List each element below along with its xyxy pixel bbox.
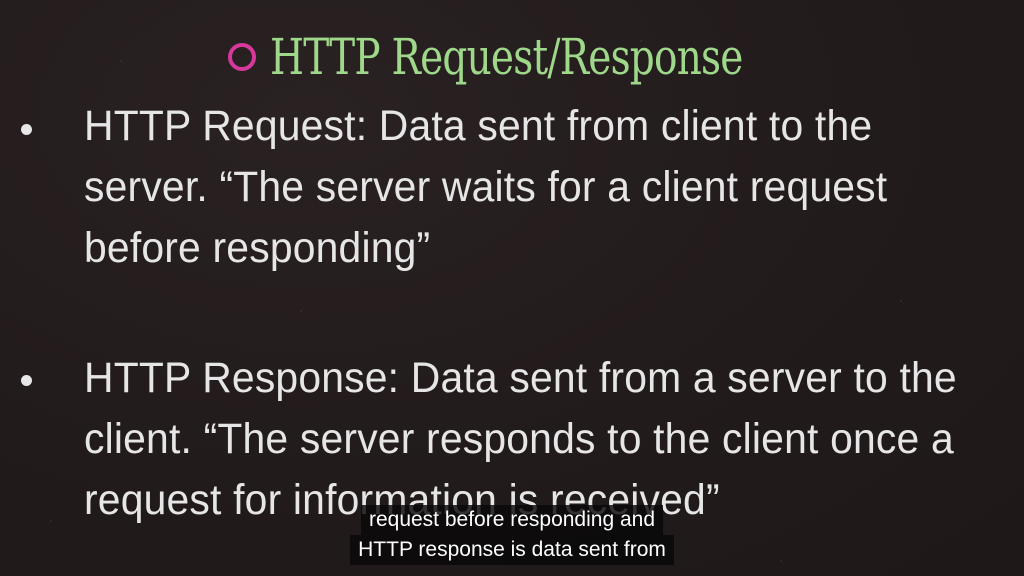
bullet-text: HTTP Response: Data sent from a server t… bbox=[84, 354, 957, 524]
slide-title: HTTP Request/Response bbox=[228, 12, 876, 102]
subtitle-captions: request before responding and HTTP respo… bbox=[0, 505, 1024, 565]
circle-bullet-icon bbox=[228, 43, 256, 71]
caption-line: request before responding and bbox=[360, 505, 664, 535]
bullet-text: HTTP Request: Data sent from client to t… bbox=[84, 102, 888, 272]
bullet-dot-icon bbox=[21, 375, 32, 386]
bullet-dot-icon bbox=[21, 124, 32, 135]
texture-speck bbox=[300, 310, 302, 312]
texture-speck bbox=[120, 60, 122, 62]
caption-line: HTTP response is data sent from bbox=[350, 535, 674, 565]
texture-speck bbox=[900, 300, 902, 302]
slide-title-text: HTTP Request/Response bbox=[270, 28, 743, 86]
video-frame: HTTP Request/Response HTTP Request: Data… bbox=[0, 0, 1024, 576]
